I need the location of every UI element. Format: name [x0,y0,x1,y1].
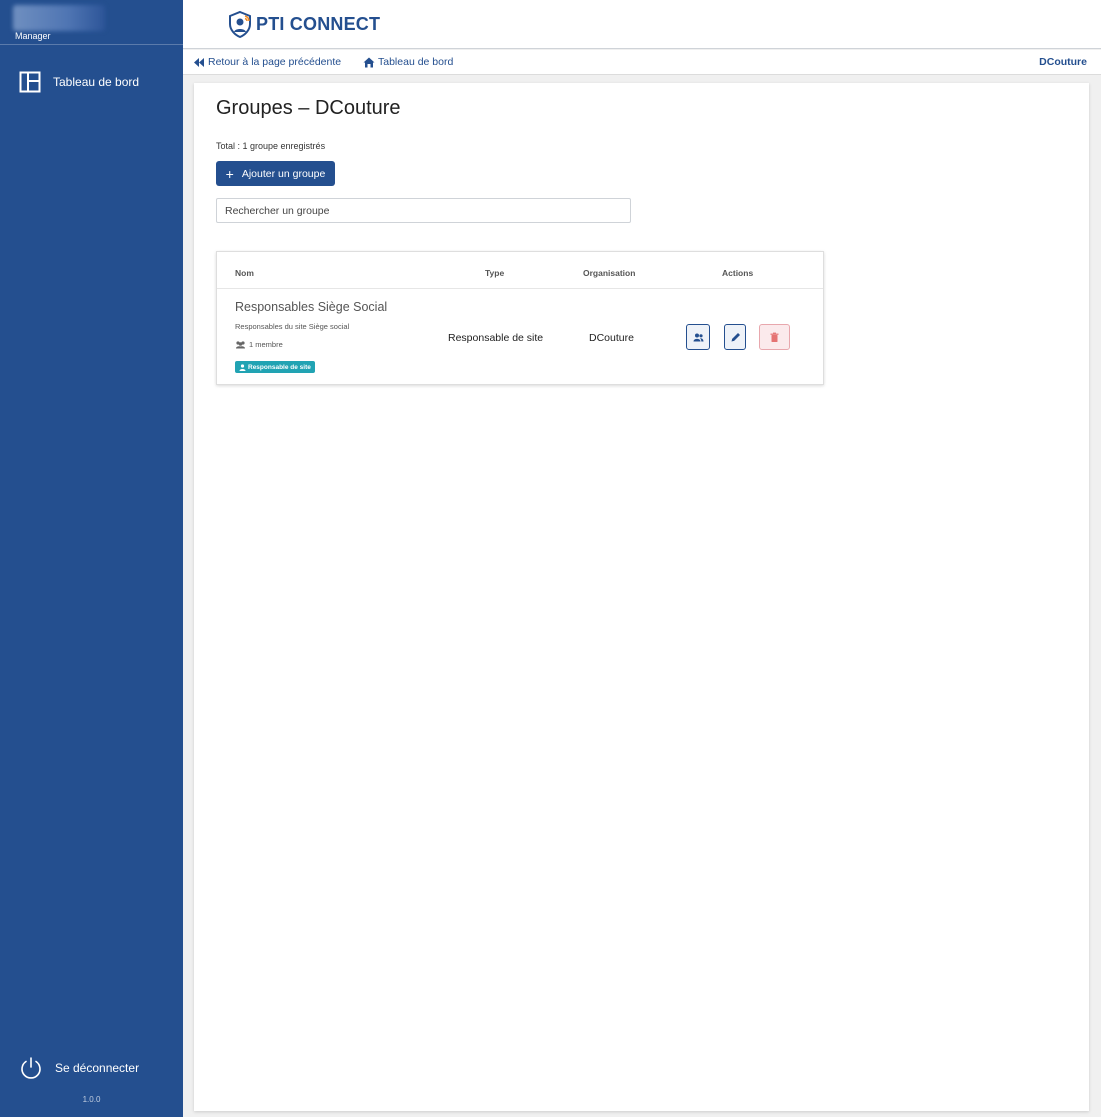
power-icon [21,1057,41,1079]
column-header-type: Type [485,268,505,278]
trash-icon [770,332,779,342]
users-icon [236,340,245,348]
sidebar-item-label: Tableau de bord [53,75,140,89]
badge-label: Responsable de site [248,363,311,371]
logo-text: PTI CONNECT [256,13,381,34]
column-header-actions: Actions [722,268,754,278]
home-link[interactable]: Tableau de bord [363,56,453,68]
back-link-label: Retour à la page précédente [208,56,342,68]
logout-label: Se déconnecter [55,1061,140,1075]
total-count: Total : 1 groupe enregistrés [216,141,326,151]
double-left-arrow-icon [194,57,204,67]
user-name-blurred [13,5,105,31]
groups-table: Nom Type Organisation Actions Responsabl… [216,251,824,385]
user-role: Manager [15,31,51,41]
dashboard-icon [19,71,41,93]
users-icon [693,333,703,341]
group-type: Responsable de site [448,332,544,344]
current-organisation: DCouture [1039,56,1087,68]
pencil-icon [731,332,740,341]
sidebar-user-area: Manager [0,0,183,45]
logout-button[interactable]: Se déconnecter [19,1056,139,1080]
group-description: Responsables du site Siège social [235,322,350,331]
search-input[interactable] [216,198,631,223]
add-group-label: Ajouter un groupe [241,167,326,180]
delete-group-button[interactable] [759,324,790,350]
app-version: 1.0.0 [82,1095,101,1104]
add-group-button[interactable]: + Ajouter un groupe [216,161,335,186]
main-panel: Groupes – DCouture Total : 1 groupe enre… [194,83,1089,1111]
member-count-label: 1 membre [249,340,283,349]
sidebar-item-dashboard[interactable]: Tableau de bord [19,71,139,93]
back-link[interactable]: Retour à la page précédente [193,56,341,68]
column-header-name: Nom [235,268,254,278]
group-member-count: 1 membre [235,340,283,349]
page-title: Groupes – DCouture [216,97,401,119]
column-header-organisation: Organisation [583,268,636,278]
group-name: Responsables Siège Social [235,300,388,314]
home-icon [363,57,375,67]
shield-user-icon [229,10,251,38]
group-organisation: DCouture [589,332,634,344]
breadcrumb: Retour à la page précédente Tableau de b… [183,50,1101,75]
home-link-label: Tableau de bord [378,56,454,68]
app-logo[interactable]: PTI CONNECT [227,10,380,38]
header-divider [217,288,823,289]
top-header: PTI CONNECT [183,0,1101,49]
edit-group-button[interactable] [724,324,746,350]
plus-icon: + [225,165,234,182]
user-icon [239,363,246,371]
sidebar: Manager Tableau de bord Se déconnecter 1… [0,0,183,1117]
group-type-badge: Responsable de site [235,361,315,373]
manage-members-button[interactable] [686,324,710,350]
